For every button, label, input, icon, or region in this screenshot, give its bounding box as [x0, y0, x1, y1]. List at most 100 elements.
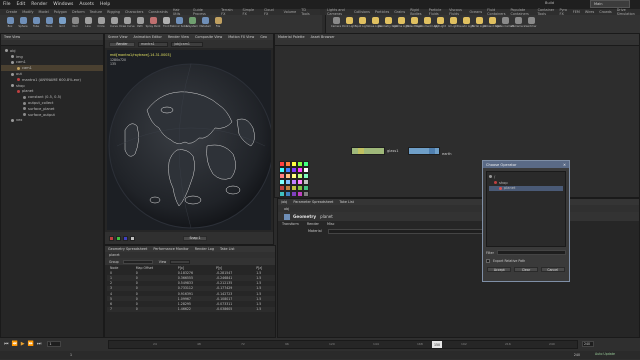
shelf-tab[interactable]: Model: [39, 10, 49, 14]
param-path[interactable]: obj: [284, 207, 289, 211]
export-relative-checkbox[interactable]: [486, 259, 490, 263]
desktop-select[interactable]: Main: [590, 0, 630, 8]
menu-help[interactable]: Help: [100, 2, 110, 7]
filter-input[interactable]: [496, 250, 566, 255]
viewer-tab[interactable]: Render View: [168, 35, 189, 39]
spreadsheet-tab[interactable]: Take List: [220, 247, 235, 251]
range-start[interactable]: 1: [70, 353, 72, 357]
tab-take-list[interactable]: Take List: [339, 200, 354, 204]
range-end[interactable]: 240: [574, 353, 580, 357]
shelf-tool-button[interactable]: Geometry Light: [378, 15, 398, 32]
network-editor[interactable]: Material Palette Asset Browser glass1 ea…: [274, 33, 640, 198]
viewer-tab[interactable]: Animation Editor: [133, 35, 161, 39]
tree-item[interactable]: vex: [1, 118, 103, 124]
shelf-tool-button[interactable]: GI Light: [447, 15, 459, 32]
tab-tree-view[interactable]: Tree View: [4, 35, 20, 39]
material-field[interactable]: [327, 228, 488, 234]
viewer-tab[interactable]: Geo: [260, 35, 267, 39]
shelf-tool-button[interactable]: Curve: [108, 15, 120, 32]
shelf-tool-button[interactable]: Circle: [95, 15, 107, 32]
alpha-channel-button[interactable]: [130, 235, 135, 241]
shelf-tool-button[interactable]: Caustic Light: [458, 15, 474, 32]
shelf-tab[interactable]: Constraints: [148, 10, 167, 14]
camera-select[interactable]: /obj/cam1: [171, 41, 203, 47]
shelf-tool-button[interactable]: Environment Light: [415, 15, 439, 32]
step-back-icon[interactable]: ⏪: [12, 341, 18, 347]
group-field[interactable]: [122, 259, 153, 264]
red-channel-button[interactable]: [109, 235, 114, 241]
spreadsheet-tab[interactable]: Render Log: [195, 247, 214, 251]
build-label[interactable]: Build: [545, 1, 554, 5]
operator-tree[interactable]: / shop planet: [486, 171, 566, 247]
tab-asset-browser[interactable]: Asset Browser: [311, 35, 335, 39]
shelf-tab[interactable]: Oceans: [470, 10, 483, 14]
shelf-tool-button[interactable]: Platonic Solids: [170, 15, 188, 32]
tab-material-palette[interactable]: Material Palette: [278, 35, 305, 39]
subtab-misc[interactable]: Misc: [327, 222, 335, 226]
shelf-tab[interactable]: Modify: [22, 10, 33, 14]
shelf-tool-button[interactable]: Box: [4, 15, 16, 32]
shelf-tool-button[interactable]: Grid: [56, 15, 68, 32]
shelf-tab[interactable]: Crowds: [599, 10, 611, 14]
render-viewport[interactable]: mdi[mantra1/raytrace[-14.31.0003] 1280x7…: [107, 50, 271, 230]
render-button[interactable]: Render: [109, 41, 135, 47]
end-frame-field[interactable]: 240: [582, 341, 594, 347]
skip-start-icon[interactable]: ⏮: [4, 341, 9, 347]
shelf-tool-button[interactable]: Volume Light: [393, 15, 409, 32]
spreadsheet-node[interactable]: planet: [109, 253, 120, 257]
shelf-tool-button[interactable]: Sky Light: [434, 15, 446, 32]
view-select[interactable]: [170, 259, 191, 264]
shelf-tab[interactable]: Collisions: [354, 10, 370, 14]
play-icon[interactable]: ▶: [21, 341, 25, 347]
menu-file[interactable]: File: [3, 2, 11, 7]
shelf-tool-button[interactable]: Spot Light: [355, 15, 369, 32]
subtab-transform[interactable]: Transform: [282, 222, 299, 226]
timeline-playhead[interactable]: 150: [432, 341, 442, 348]
shelf-tool-button[interactable]: Metaball: [199, 15, 211, 32]
close-icon[interactable]: ✕: [563, 163, 566, 167]
shelf-tool-button[interactable]: Distant Light: [406, 15, 422, 32]
node-name-field[interactable]: planet: [320, 214, 333, 219]
shelf-tab[interactable]: Volume: [284, 10, 297, 14]
viewer-tab[interactable]: Scene View: [108, 35, 127, 39]
shelf-tool-button[interactable]: Point Light: [342, 15, 356, 32]
timeline-track[interactable]: 24 48 72 96 120 144 168 192 216 240 150: [108, 340, 578, 349]
shelf-tool-button[interactable]: Ambient Light: [483, 15, 501, 32]
shelf-tool-button[interactable]: Font: [160, 15, 172, 32]
clear-button[interactable]: Clear: [513, 267, 538, 272]
shelf-tool-button[interactable]: Draw Curve: [119, 15, 135, 32]
shelf-tool-button[interactable]: L-System: [186, 15, 198, 32]
shelf-tab[interactable]: FEM: [573, 10, 580, 14]
shelf-tool-button[interactable]: Null: [69, 15, 81, 32]
table-row[interactable]: 7 0 1.46622 -0.038605 1.5: [107, 306, 275, 312]
shelf-tool-button[interactable]: Area Light: [368, 15, 382, 32]
shelf-tab[interactable]: Create: [6, 10, 17, 14]
spreadsheet-tab[interactable]: Performance Monitor: [153, 247, 188, 251]
menu-assets[interactable]: Assets: [79, 2, 94, 7]
operator-planet[interactable]: planet: [489, 185, 563, 192]
menu-windows[interactable]: Windows: [53, 2, 73, 7]
shelf-tool-button[interactable]: Path: [134, 15, 146, 32]
shelf-tool-button[interactable]: Torus: [43, 15, 55, 32]
viewer-tab[interactable]: Composite View: [195, 35, 222, 39]
tab-obj[interactable]: /obj: [281, 200, 287, 204]
blue-channel-button[interactable]: [123, 235, 128, 241]
snap-select[interactable]: Snap 1: [183, 235, 207, 241]
node-earth[interactable]: [408, 147, 440, 155]
shelf-tool-button[interactable]: VR Camera: [511, 15, 525, 32]
shelf-tab[interactable]: Rigging: [107, 10, 120, 14]
menu-edit[interactable]: Edit: [17, 2, 26, 7]
step-forward-icon[interactable]: ⏩: [28, 341, 34, 347]
shelf-tool-button[interactable]: Line: [82, 15, 94, 32]
shelf-tool-button[interactable]: Switcher: [525, 15, 537, 32]
shelf-tool-button[interactable]: Stereo Camera: [495, 15, 515, 32]
accept-button[interactable]: Accept: [487, 267, 512, 272]
shelf-tab[interactable]: Grains: [394, 10, 405, 14]
current-frame-field[interactable]: 1: [47, 341, 62, 347]
shelf-tab[interactable]: Texture: [90, 10, 102, 14]
shelf-tab[interactable]: Polygon: [54, 10, 67, 14]
green-channel-button[interactable]: [116, 235, 121, 241]
renderer-select[interactable]: mantra1: [138, 41, 168, 47]
shelf-tool-button[interactable]: Spray Paint: [146, 15, 160, 32]
shelf-tab[interactable]: Characters: [125, 10, 144, 14]
